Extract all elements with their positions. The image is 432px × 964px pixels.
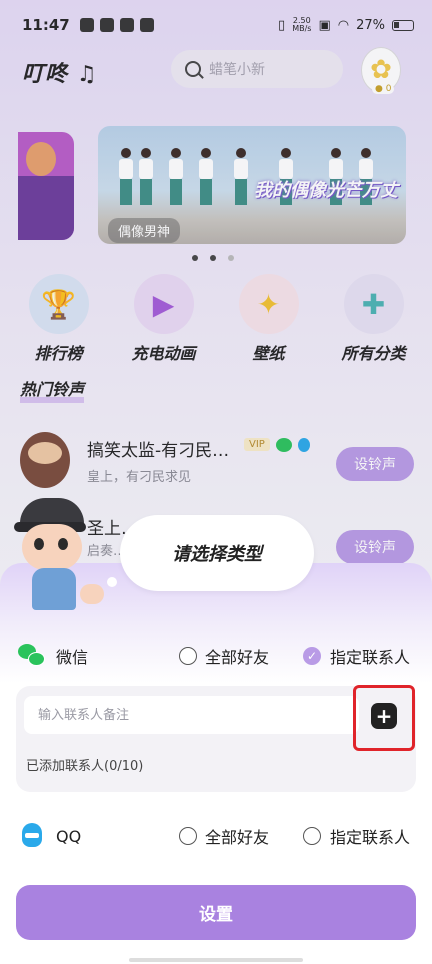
- wechat-label: 微信: [56, 648, 89, 667]
- contact-note-input[interactable]: [24, 696, 359, 734]
- mascot-body: [32, 568, 76, 610]
- home-indicator[interactable]: [129, 958, 303, 962]
- added-contacts-count: 已添加联系人(0/10): [26, 759, 144, 774]
- mascot-eye: [34, 538, 44, 550]
- qq-all-friends-radio[interactable]: [179, 827, 197, 845]
- mascot-illustration: [4, 498, 112, 614]
- mascot-face: [22, 524, 82, 570]
- wechat-all-friends-radio[interactable]: [179, 647, 197, 665]
- set-button[interactable]: 设置: [16, 885, 416, 940]
- mascot-thumbs-up: [80, 584, 104, 604]
- qq-specific-contact-radio[interactable]: [303, 827, 321, 845]
- mascot-eye: [58, 538, 68, 550]
- wechat-icon: [18, 643, 46, 669]
- wechat-all-friends-label[interactable]: 全部好友: [205, 644, 269, 668]
- wechat-specific-contact-label[interactable]: 指定联系人: [330, 644, 410, 668]
- qq-icon: [18, 823, 46, 849]
- wechat-specific-contact-radio[interactable]: ✓: [303, 647, 321, 665]
- speech-bubble-dot: [107, 577, 117, 587]
- qq-label: QQ: [56, 826, 82, 846]
- qq-all-friends-label[interactable]: 全部好友: [205, 824, 269, 848]
- qq-specific-contact-label[interactable]: 指定联系人: [330, 824, 410, 848]
- add-contact-button[interactable]: +: [371, 703, 397, 729]
- wechat-option-row: 微信 全部好友 ✓ 指定联系人: [0, 638, 432, 674]
- sheet-title: 请选择类型: [120, 515, 314, 591]
- qq-option-row: QQ 全部好友 指定联系人: [0, 818, 432, 854]
